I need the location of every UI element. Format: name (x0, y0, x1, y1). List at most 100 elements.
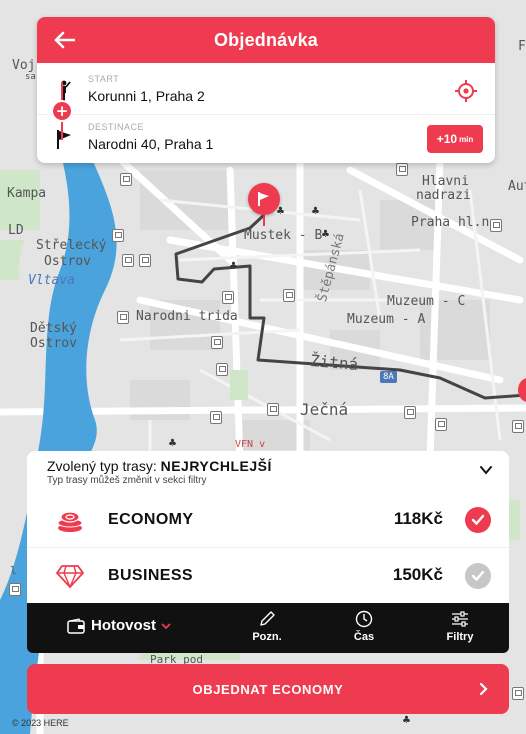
map-label-muzeum-c: Muzeum - C (387, 294, 466, 309)
route-type-hint: Typ trasy můžeš změnit v sekci filtry (47, 475, 207, 486)
route-type-info: Zvolený typ trasy: NEJRYCHLEJŠÍ Typ tras… (47, 458, 487, 486)
note-button[interactable]: Pozn. (237, 610, 297, 650)
start-address: Korunni 1, Praha 2 (88, 88, 205, 104)
tram-stop-icon (117, 311, 129, 324)
ride-option-price: 150Kč (392, 565, 443, 584)
map-label-sa: sa (25, 72, 36, 82)
note-label: Pozn. (252, 631, 282, 643)
tram-stop-icon (404, 406, 416, 419)
ride-options-sheet: Zvolený typ trasy: NEJRYCHLEJŠÍ Typ tras… (27, 451, 509, 603)
tram-stop-icon (9, 583, 21, 596)
route-type-prefix: Zvolený typ trasy: (47, 458, 157, 474)
tram-stop-icon (139, 254, 151, 267)
tram-stop-icon (122, 254, 134, 267)
metro-icon: ♣ (321, 229, 330, 240)
map-label-kampa: Kampa (7, 186, 47, 201)
metro-icon: ♣ (402, 715, 411, 726)
extra-time-value: +10 (436, 132, 458, 146)
start-address-row[interactable]: START Korunni 1, Praha 2 (37, 67, 495, 115)
page-title: Objednávka (213, 29, 319, 50)
tram-stop-icon (112, 229, 124, 242)
tram-stop-icon (216, 363, 228, 376)
map-label-muzeum-a: Muzeum - A (347, 312, 426, 327)
ride-option-name: ECONOMY (108, 511, 194, 528)
extra-time-badge[interactable]: +10 min (427, 125, 483, 153)
tram-stop-icon (267, 403, 279, 416)
diamond-icon (56, 565, 84, 589)
map-label-vfn: VFN v (235, 439, 266, 450)
destination-pin[interactable] (248, 183, 280, 215)
tram-stop-icon (222, 291, 234, 304)
add-stop-button[interactable]: + (53, 102, 71, 120)
ride-option-economy[interactable]: ECONOMY 118Kč (27, 492, 509, 548)
tram-stop-icon (490, 219, 502, 232)
map-label-detsky: Dětský (30, 321, 77, 336)
chevron-down-icon[interactable] (479, 463, 493, 477)
check-icon (465, 507, 491, 533)
tram-stop-icon (396, 163, 408, 176)
destination-address: Narodni 40, Praha 1 (88, 136, 214, 152)
map-label-voj: Voj (12, 58, 36, 73)
tram-stop-icon (283, 289, 295, 302)
chevron-down-icon (161, 622, 171, 629)
map-label-mustek: Mustek - B (244, 228, 323, 243)
map-route-tag: 8A (380, 371, 397, 383)
start-label: START (88, 74, 120, 84)
map-label-jecna: Ječná (300, 400, 349, 419)
map-label-l: l (10, 564, 17, 577)
filters-label: Filtry (446, 631, 474, 643)
person-icon (61, 80, 71, 101)
chevron-right-icon (479, 682, 488, 696)
flag-icon (258, 192, 269, 206)
map-label-ostrov-1: Ostrov (44, 254, 91, 269)
order-toolbar: Hotovost Pozn. Čas Filtry (27, 603, 509, 653)
destination-label: DESTINACE (88, 122, 145, 132)
map-label-zitna: Žitná (309, 350, 359, 375)
back-button[interactable] (51, 27, 77, 53)
metro-icon: ♣ (229, 261, 238, 272)
metro-icon: ♣ (276, 206, 285, 217)
map-label-narodni-trida: Narodni trida (136, 309, 238, 324)
map-label-hlavni: Hlavni (422, 174, 469, 189)
wallet-icon (67, 617, 85, 634)
flag-icon (57, 130, 71, 149)
ride-option-name: BUSINESS (108, 567, 193, 584)
map-label-strelecky: Střelecký (36, 238, 107, 253)
metro-icon: ♣ (168, 438, 177, 449)
order-button[interactable]: OBJEDNAT ECONOMY (27, 664, 509, 714)
map-label-f: F (518, 39, 526, 54)
destination-address-row[interactable]: DESTINACE Narodni 40, Praha 1 +10 min (37, 114, 495, 162)
filters-button[interactable]: Filtry (430, 610, 490, 650)
plus-icon: + (55, 101, 69, 120)
payment-method-selector[interactable]: Hotovost (67, 617, 171, 634)
tram-stop-icon (210, 411, 222, 424)
map-label-ld: LD (8, 223, 24, 238)
time-label: Čas (353, 631, 375, 643)
time-button[interactable]: Čas (334, 610, 394, 650)
extra-time-unit: min (459, 134, 474, 144)
map-label-praha-hln: Praha hl.n. (411, 215, 498, 230)
order-button-label: OBJEDNAT ECONOMY (192, 681, 344, 697)
map-label-ostrov-2: Ostrov (30, 336, 77, 351)
ride-option-price: 118Kč (393, 509, 443, 528)
coins-icon (57, 511, 83, 532)
metro-icon: ♣ (311, 206, 320, 217)
pencil-icon (260, 611, 275, 626)
map-label-nadrazi: nadrazi (416, 188, 471, 203)
route-type: Zvolený typ trasy: NEJRYCHLEJŠÍ (47, 458, 487, 474)
ride-option-business[interactable]: BUSINESS 150Kč (27, 548, 509, 604)
locate-icon[interactable] (455, 80, 477, 102)
header-bar: Objednávka (37, 17, 495, 63)
tram-stop-icon (512, 420, 524, 433)
tram-stop-icon (211, 336, 223, 349)
map-label-aut: Aut (508, 179, 526, 194)
order-header-card: Objednávka START Korunni 1, Praha 2 DEST… (37, 17, 495, 163)
sliders-icon (452, 611, 468, 627)
check-icon (465, 563, 491, 589)
tram-stop-icon (512, 687, 524, 700)
clock-icon (355, 610, 373, 628)
tram-stop-icon (435, 418, 447, 431)
arrow-left-icon (54, 31, 75, 49)
map-label-vltava: Vltava (28, 273, 75, 288)
map-copyright: © 2023 HERE (12, 718, 69, 728)
